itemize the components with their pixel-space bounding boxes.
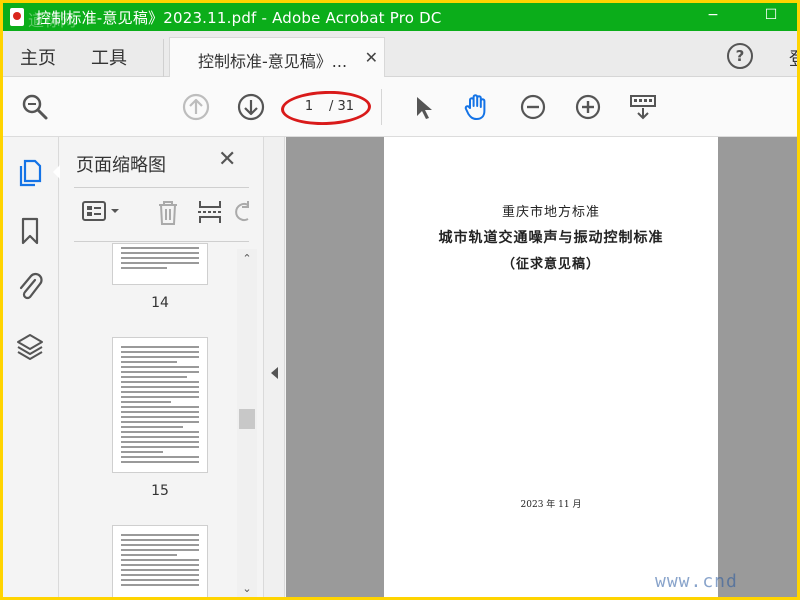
panel-divider-2 xyxy=(74,241,249,242)
thumbnail-page-number: 15 xyxy=(151,483,169,499)
minimize-button[interactable]: − xyxy=(703,5,723,25)
doc-date: 2023 年 11 月 xyxy=(520,500,582,510)
tab-home[interactable]: 主页 xyxy=(20,44,56,70)
scrollbar-thumb[interactable] xyxy=(239,409,255,429)
tab-tools[interactable]: 工具 xyxy=(91,44,127,70)
acrobat-window: 控制标准-意见稿》2023.11.pdf - Adobe Acrobat Pro… xyxy=(3,3,797,597)
select-cursor-icon[interactable] xyxy=(407,91,439,123)
page-thumbnail-15[interactable] xyxy=(112,337,208,473)
acrobat-app-icon xyxy=(10,8,24,26)
page-thumbnail-14[interactable] xyxy=(112,243,208,285)
zoom-search-icon[interactable] xyxy=(19,91,51,123)
extract-page-icon[interactable] xyxy=(196,197,224,227)
toolbar-divider xyxy=(381,89,382,125)
scroll-up-icon[interactable]: ⌃ xyxy=(241,253,253,265)
panel-divider xyxy=(74,187,249,188)
layers-icon[interactable] xyxy=(15,331,45,363)
navigation-rail xyxy=(3,137,60,597)
panel-title: 页面缩略图 xyxy=(76,155,166,176)
tab-document[interactable]: 控制标准-意见稿》... ✕ xyxy=(169,37,385,77)
thumbnail-list[interactable]: 14 15 xyxy=(60,243,263,597)
zoom-in-icon[interactable] xyxy=(572,91,604,123)
close-tab-icon[interactable]: ✕ xyxy=(365,48,378,67)
hand-tool-icon[interactable] xyxy=(461,91,493,123)
toolbar: 1 / 31 xyxy=(3,77,797,137)
panel-splitter[interactable] xyxy=(263,137,285,597)
delete-page-icon[interactable] xyxy=(154,197,182,227)
close-panel-icon[interactable]: ✕ xyxy=(218,147,236,172)
document-view[interactable]: 重庆市地方标准 城市轨道交通噪声与振动控制标准 （征求意见稿） 2023 年 1… xyxy=(286,137,797,597)
thumbnail-options-icon[interactable] xyxy=(80,197,124,227)
thumbnail-page-number: 14 xyxy=(151,295,169,311)
thumbnail-scrollbar[interactable]: ⌃ ⌄ xyxy=(237,249,257,597)
collapse-panel-icon[interactable] xyxy=(271,367,278,379)
doc-subtitle: （征求意见稿） xyxy=(501,257,600,272)
attachment-icon[interactable] xyxy=(15,271,45,303)
sign-in-link[interactable]: 登 xyxy=(789,45,797,71)
title-watermark: 道标网 xyxy=(28,11,77,30)
page-thumbnail-16[interactable] xyxy=(112,525,208,597)
tab-bar: 主页 工具 控制标准-意见稿》... ✕ ? 登 xyxy=(3,31,797,77)
site-watermark: www.cnd xyxy=(655,571,738,592)
rotate-page-icon[interactable] xyxy=(234,197,250,227)
doc-title: 城市轨道交通噪声与振动控制标准 xyxy=(438,230,664,246)
bookmark-icon[interactable] xyxy=(15,215,45,247)
active-panel-indicator xyxy=(53,165,60,179)
page-display-icon[interactable] xyxy=(627,91,659,123)
page-thumbnails-panel: 页面缩略图 ✕ 14 15 ⌃ ⌄ xyxy=(60,137,263,597)
tab-divider xyxy=(163,39,164,77)
previous-page-icon[interactable] xyxy=(180,91,212,123)
maximize-button[interactable]: ☐ xyxy=(761,5,781,25)
pdf-page: 重庆市地方标准 城市轨道交通噪声与振动控制标准 （征求意见稿） 2023 年 1… xyxy=(384,137,718,597)
title-bar: 控制标准-意见稿》2023.11.pdf - Adobe Acrobat Pro… xyxy=(3,3,797,31)
doc-header-line: 重庆市地方标准 xyxy=(501,205,600,220)
window-title: 控制标准-意见稿》2023.11.pdf - Adobe Acrobat Pro… xyxy=(36,9,442,27)
scroll-down-icon[interactable]: ⌄ xyxy=(241,583,253,595)
next-page-icon[interactable] xyxy=(235,91,267,123)
page-thumbnails-icon[interactable] xyxy=(15,157,45,189)
help-icon[interactable]: ? xyxy=(727,43,753,69)
zoom-out-icon[interactable] xyxy=(517,91,549,123)
document-tab-label: 控制标准-意见稿》... xyxy=(198,52,348,71)
